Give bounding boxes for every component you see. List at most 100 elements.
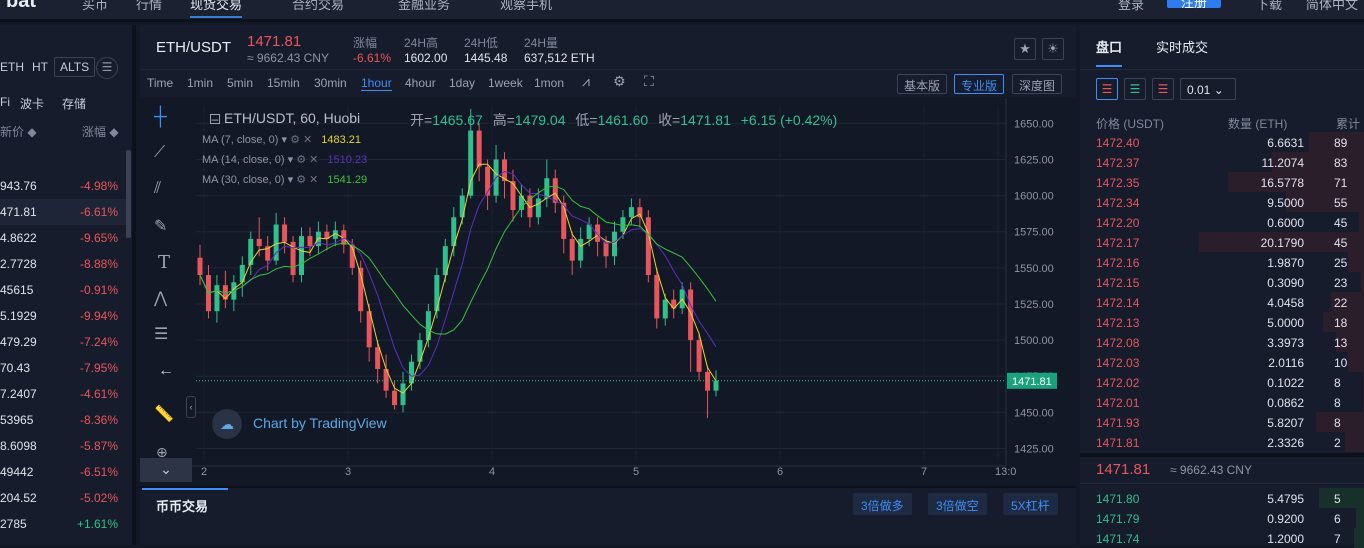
ask-row[interactable]: 1472.17 20.1790 45 <box>1080 232 1364 252</box>
legend-symbol[interactable]: ETH/USDT, 60, Huobi <box>224 110 360 126</box>
market-row[interactable]: 2785 +1.61% <box>0 511 126 537</box>
interval-1day[interactable]: 1day <box>449 76 475 90</box>
ruler-icon[interactable]: 📏 <box>154 404 174 424</box>
pattern-icon[interactable]: ⋀ <box>154 288 167 308</box>
menu-icon[interactable]: ☰ <box>96 57 118 79</box>
interval-4hour[interactable]: 4hour <box>405 76 436 90</box>
fib-icon[interactable]: ☰ <box>154 324 168 344</box>
bid-row[interactable]: 1471.80 5.4795 5 <box>1080 488 1364 508</box>
market-row[interactable]: 4.8622 -9.65% <box>0 225 126 251</box>
market-row[interactable]: 45615 -0.91% <box>0 277 126 303</box>
ask-row[interactable]: 1472.34 9.5000 55 <box>1080 192 1364 212</box>
view-asks-icon[interactable]: ☰ <box>1152 78 1174 100</box>
scrollbar[interactable] <box>126 150 131 238</box>
nav-spot-trading[interactable]: 现货交易 <box>190 0 243 18</box>
interval-1hour[interactable]: 1hour <box>361 76 392 91</box>
ma14-row[interactable]: MA (14, close, 0) ▾ ⚙ ✕ 1510.23 <box>202 150 367 170</box>
collapse-legend-icon[interactable]: – <box>210 113 220 125</box>
ask-row[interactable]: 1472.03 2.0116 10 <box>1080 352 1364 372</box>
bid-row[interactable]: 1471.74 1.2000 7 <box>1080 528 1364 548</box>
collapse-toolbar-icon[interactable]: ‹ <box>186 396 196 418</box>
ma7-row[interactable]: MA (7, close, 0) ▾ ⚙ ✕ 1483.21 <box>202 130 367 150</box>
arrow-left-icon[interactable]: ← <box>158 362 174 380</box>
tab-ht[interactable]: HT <box>32 60 48 74</box>
ask-row[interactable]: 1472.40 6.6631 89 <box>1080 132 1364 152</box>
interval-15min[interactable]: 15min <box>267 76 300 90</box>
market-row[interactable]: 204.52 -5.02% <box>0 485 126 511</box>
subtab-defi[interactable]: Fi <box>0 95 10 109</box>
pair-name[interactable]: ETH/USDT <box>156 39 231 56</box>
ask-row[interactable]: 1472.35 16.5778 71 <box>1080 172 1364 192</box>
interval-1week[interactable]: 1week <box>488 76 523 90</box>
pitchfork-icon[interactable]: ⫽ <box>154 180 161 198</box>
market-row[interactable]: 98.43-8.30% <box>0 537 126 545</box>
nav-mobile[interactable]: 观察手机 <box>500 0 552 13</box>
subtab-storage[interactable]: 存储 <box>62 95 86 112</box>
subtab-polkadot[interactable]: 波卡 <box>20 95 44 112</box>
crosshair-icon[interactable]: ┼ <box>154 106 167 127</box>
market-row[interactable]: 70.43 -7.95% <box>0 355 126 381</box>
short-3x-button[interactable]: 3倍做空 <box>928 493 987 515</box>
ask-row[interactable]: 1471.93 5.8207 8 <box>1080 412 1364 432</box>
precision-select[interactable]: 0.01 ⌄ <box>1180 78 1236 100</box>
language-select[interactable]: 简体中文 <box>1306 0 1358 13</box>
ask-row[interactable]: 1472.20 0.6000 45 <box>1080 212 1364 232</box>
nav-buy-crypto[interactable]: 买币 <box>82 0 108 13</box>
market-row[interactable]: 8.6098 -5.87% <box>0 433 126 459</box>
ask-row[interactable]: 1472.14 4.0458 22 <box>1080 292 1364 312</box>
market-row[interactable]: 49442 -6.51% <box>0 459 126 485</box>
favorite-star-icon[interactable]: ★ <box>1014 38 1036 60</box>
bid-row[interactable]: 1471.79 0.9200 6 <box>1080 508 1364 528</box>
market-row[interactable]: 471.81 -6.61% <box>0 199 126 225</box>
ask-row[interactable]: 1472.16 1.9870 25 <box>1080 252 1364 272</box>
login-link[interactable]: 登录 <box>1118 0 1144 13</box>
theme-sun-icon[interactable]: ☀ <box>1042 38 1064 60</box>
ma30-row[interactable]: MA (30, close, 0) ▾ ⚙ ✕ 1541.29 <box>202 170 367 190</box>
view-pro-button[interactable]: 专业版 <box>954 74 1005 94</box>
market-row[interactable]: 479.29 -7.24% <box>0 329 126 355</box>
trendline-icon[interactable]: ⟋ <box>154 144 165 162</box>
col-change-header[interactable]: 涨幅 ◆ <box>82 123 119 140</box>
ask-row[interactable]: 1472.02 0.1022 8 <box>1080 372 1364 392</box>
market-row[interactable]: 53965 -8.36% <box>0 407 126 433</box>
view-depth-button[interactable]: 深度图 <box>1012 74 1063 94</box>
nav-futures[interactable]: 合约交易 <box>292 0 344 13</box>
interval-1min[interactable]: 1min <box>187 76 213 90</box>
tab-alts[interactable]: ALTS <box>54 57 96 77</box>
chart-type-icon[interactable]: ⩘ <box>582 73 590 90</box>
ask-row[interactable]: 1472.15 0.3090 23 <box>1080 272 1364 292</box>
view-basic-button[interactable]: 基本版 <box>897 74 948 94</box>
tab-spot[interactable]: 币币交易 <box>142 488 228 518</box>
ask-row[interactable]: 1471.81 2.3326 2 <box>1080 432 1364 452</box>
ask-amount: 9.5000 <box>1267 196 1304 210</box>
interval-30min[interactable]: 30min <box>314 76 347 90</box>
brush-icon[interactable]: ✎ <box>154 216 167 236</box>
col-price-header[interactable]: 新价 ◆ <box>0 123 37 140</box>
download-link[interactable]: 下载 <box>1256 0 1282 13</box>
fullscreen-icon[interactable]: ⛶ <box>644 73 654 90</box>
ask-row[interactable]: 1472.13 5.0000 18 <box>1080 312 1364 332</box>
ask-row[interactable]: 1472.37 11.2074 83 <box>1080 152 1364 172</box>
tab-eth[interactable]: ETH <box>0 60 24 74</box>
ask-row[interactable]: 1472.08 3.3973 13 <box>1080 332 1364 352</box>
market-row[interactable]: 5.1929 -9.94% <box>0 303 126 329</box>
ask-row[interactable]: 1472.01 0.0862 8 <box>1080 392 1364 412</box>
long-3x-button[interactable]: 3倍做多 <box>853 493 912 515</box>
margin-5x-button[interactable]: 5X杠杆 <box>1003 493 1058 515</box>
tab-trades[interactable]: 实时成交 <box>1156 37 1208 56</box>
chevron-down-icon[interactable]: ⌄ <box>140 458 192 482</box>
view-both-icon[interactable]: ☰ <box>1096 78 1118 100</box>
text-tool-icon[interactable]: T <box>158 252 170 273</box>
nav-finance[interactable]: 金融业务 <box>398 0 450 13</box>
market-row[interactable]: 7.2407 -4.61% <box>0 381 126 407</box>
interval-5min[interactable]: 5min <box>227 76 253 90</box>
settings-gear-icon[interactable]: ⚙ <box>613 73 626 90</box>
tab-orderbook[interactable]: 盘口 <box>1096 37 1123 67</box>
market-row[interactable]: 2.7728 -8.88% <box>0 251 126 277</box>
nav-markets[interactable]: 行情 <box>136 0 162 13</box>
view-bids-icon[interactable]: ☰ <box>1124 78 1146 100</box>
interval-time[interactable]: Time <box>147 76 173 90</box>
market-row[interactable]: 943.76 -4.98% <box>0 173 126 199</box>
interval-1mon[interactable]: 1mon <box>534 76 564 90</box>
register-button[interactable]: 注册 <box>1167 0 1221 10</box>
